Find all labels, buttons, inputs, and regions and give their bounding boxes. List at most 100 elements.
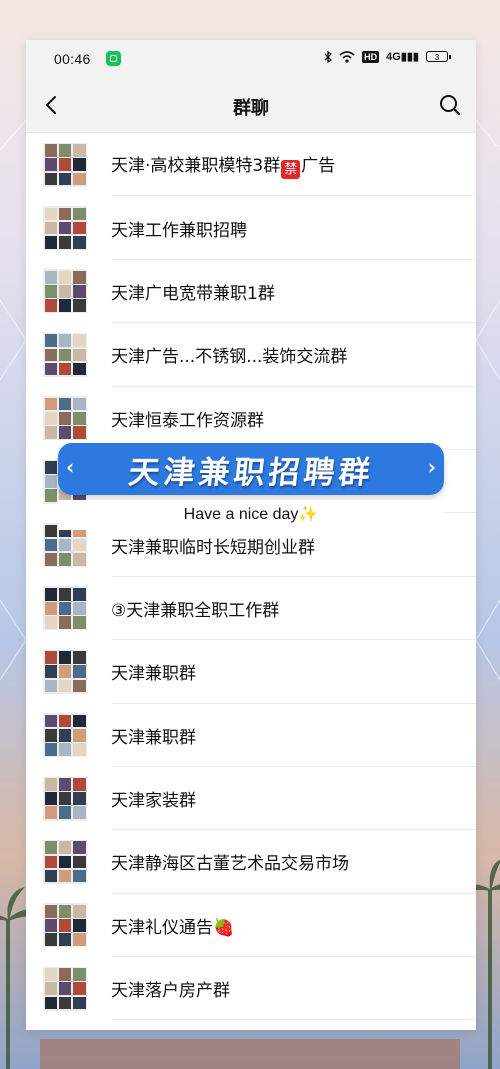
member-thumbnail [58,552,72,566]
member-thumbnail [72,996,86,1010]
member-thumbnail [72,207,86,221]
status-bar: 00:46 HD 4G▮▮▮ 3 [26,40,476,78]
list-item[interactable]: 天津落户房产群 [26,957,476,1021]
member-thumbnail [58,587,72,601]
list-item[interactable]: 天津广告...不锈钢...装饰交流群 [26,323,476,387]
status-icons: HD 4G▮▮▮ 3 [324,50,451,63]
member-thumbnail [44,489,58,503]
hd-voice-icon: HD [362,50,380,63]
member-thumbnail [72,299,86,312]
list-item[interactable]: 天津家装群 [26,767,476,831]
member-thumbnail [44,411,58,425]
member-thumbnail [72,933,86,946]
member-thumbnail [72,778,86,791]
battery-icon: 3 [426,51,451,62]
member-thumbnail [58,411,72,425]
group-name-suffix: 广告 [301,155,336,176]
member-thumbnail [58,743,72,756]
group-name: 天津兼职群 [111,727,196,748]
member-thumbnail [58,855,72,869]
member-thumbnail [58,714,72,728]
member-thumbnail [72,728,86,742]
list-item[interactable]: 天津礼仪通告🍓 [26,894,476,958]
member-thumbnail [72,334,86,348]
member-thumbnail [58,665,72,679]
member-thumbnail [72,587,86,601]
member-thumbnail [44,602,58,615]
member-thumbnail [44,144,58,157]
search-icon[interactable] [436,91,464,119]
member-thumbnail [58,679,72,693]
member-thumbnail [44,207,58,221]
group-list: 天津·高校兼职模特3群禁广告 天津工作兼职招聘 天津广电宽带兼职1群 天津广告.… [26,133,476,1021]
group-name-text: 天津·高校兼职模特3群 [111,155,281,176]
list-item[interactable]: 天津·高校兼职模特3群禁广告 [26,133,476,197]
member-thumbnail [58,996,72,1010]
member-thumbnail [44,651,58,664]
avatar [43,206,87,251]
member-thumbnail [44,524,58,538]
member-thumbnail [58,285,72,298]
member-thumbnail [44,743,58,756]
avatar [43,142,87,187]
member-thumbnail [44,348,58,362]
member-thumbnail [44,362,58,376]
member-thumbnail [44,299,58,312]
member-thumbnail [58,538,72,552]
member-thumbnail [44,397,58,411]
member-thumbnail [72,362,86,376]
list-item[interactable]: 天津广电宽带兼职1群 [26,260,476,324]
member-thumbnail [58,616,72,629]
member-thumbnail [58,602,72,615]
member-thumbnail [58,397,72,411]
member-thumbnail [72,348,86,362]
group-name: ③天津兼职全职工作群 [111,600,280,621]
member-thumbnail [72,904,86,918]
member-thumbnail [58,806,72,820]
banner-title: 天津兼职招聘群 [126,454,376,491]
group-name: 天津·高校兼职模特3群禁广告 [111,151,335,179]
member-thumbnail [72,919,86,932]
member-thumbnail [44,714,58,728]
list-item[interactable]: 天津静海区古董艺术品交易市场 [26,830,476,895]
list-item[interactable]: 天津兼职群 [26,704,476,768]
list-item[interactable]: 天津兼职群 [26,640,476,704]
member-thumbnail [58,235,72,249]
member-thumbnail [44,869,58,883]
list-item[interactable]: ③天津兼职全职工作群 [26,577,476,641]
group-name: 天津兼职群 [111,664,196,685]
list-item[interactable]: 天津工作兼职招聘 [26,196,476,261]
member-thumbnail [58,426,72,439]
wechat-notification-icon [106,51,121,66]
avatar [43,839,87,884]
member-thumbnail [44,426,58,439]
group-name: 天津礼仪通告🍓 [111,917,235,938]
member-thumbnail [44,221,58,235]
group-name: 天津家装群 [111,791,196,812]
status-time: 00:46 [54,51,91,67]
member-thumbnail [44,919,58,932]
member-thumbnail [58,933,72,946]
member-thumbnail [72,602,86,615]
group-name: 天津落户房产群 [111,981,230,1002]
avatar [43,332,87,377]
member-thumbnail [58,144,72,157]
member-thumbnail [44,270,58,284]
member-thumbnail [72,616,86,629]
member-thumbnail [44,475,58,488]
avatar [43,966,87,1011]
member-thumbnail [72,651,86,664]
member-thumbnail [72,855,86,869]
avatar [43,713,87,758]
wifi-icon [339,50,355,63]
member-thumbnail [58,982,72,996]
page-title: 群聊 [233,98,269,119]
member-thumbnail [72,411,86,425]
list-item[interactable]: 天津恒泰工作资源群 [26,387,476,451]
member-thumbnail [44,172,58,186]
member-thumbnail [72,968,86,981]
member-thumbnail [72,743,86,756]
member-thumbnail [44,968,58,981]
signal-icon: 4G▮▮▮ [386,51,419,63]
member-thumbnail [72,158,86,172]
